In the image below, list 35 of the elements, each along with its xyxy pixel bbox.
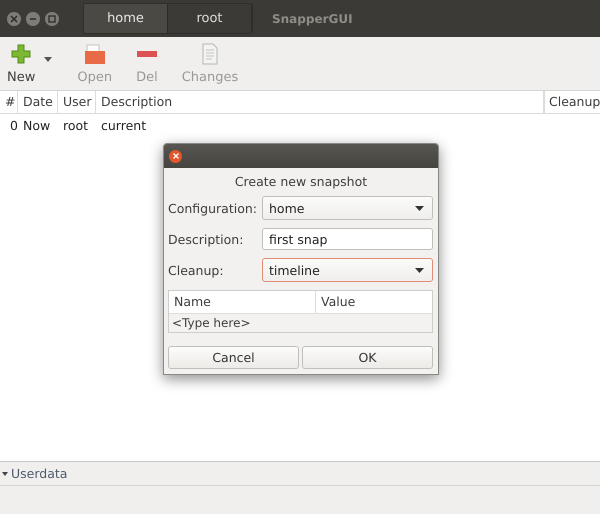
field-label: Cleanup: [168,262,225,278]
expander-label[interactable]: Userdata [11,466,68,481]
minimize-icon[interactable] [26,12,40,26]
dialog-heading: Create new snapshot [234,173,368,191]
folder-icon [84,43,106,65]
column-header[interactable]: Description [96,91,544,113]
table-cell: 0 [10,118,18,132]
triangle-icon[interactable] [2,472,8,476]
table-cell: current [101,118,146,132]
plus-icon [10,43,32,65]
column-header[interactable]: Date [18,91,58,113]
column-header[interactable]: Cleanup [544,91,600,113]
table-cell: Now [23,118,50,132]
toolbar-button[interactable]: New [4,37,38,85]
minus-icon [136,51,157,57]
close-icon[interactable] [169,150,182,162]
column-header[interactable]: User [58,91,96,113]
dialog-button[interactable]: Cancel [168,346,299,369]
caret-icon[interactable] [44,57,52,62]
dropdown[interactable]: home [262,196,433,220]
tab[interactable]: home [84,4,168,33]
field-label: Configuration: [168,200,258,216]
window-title: SnapperGUI [272,12,353,26]
dropdown[interactable]: timeline [262,258,433,282]
table-cell: root [63,118,88,132]
caret-icon [415,268,424,272]
field-label: Description: [168,232,244,246]
column-header[interactable]: Value [316,291,360,313]
column-header[interactable]: Name [169,291,316,313]
caret-icon [415,206,424,210]
maximize-icon[interactable] [45,12,59,26]
dialog-button[interactable]: OK [302,346,433,369]
column-header[interactable]: # [0,91,18,113]
input-field[interactable]: first snap [262,228,433,250]
input-field[interactable]: <Type here> [169,314,432,332]
